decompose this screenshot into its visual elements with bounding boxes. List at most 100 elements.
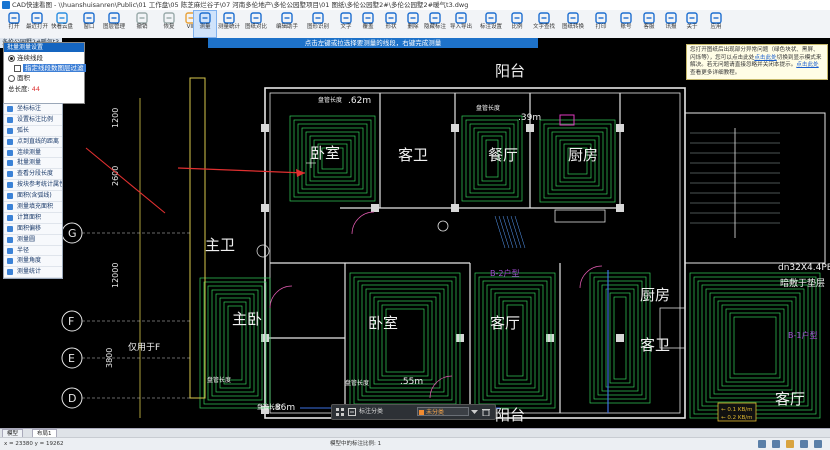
- side-menu-item[interactable]: 坐标标注: [4, 104, 62, 115]
- heating-coil-living2: [733, 316, 777, 375]
- option-label: 面积: [17, 74, 30, 82]
- room-label: 客厅: [775, 390, 805, 408]
- column: [261, 124, 269, 132]
- toolbar-recognize-button[interactable]: 图形识别: [307, 11, 329, 37]
- side-menu-item[interactable]: 测量角度: [4, 256, 62, 268]
- side-menu-item[interactable]: 点到直线的距离: [4, 137, 62, 148]
- toolbar-edit-helper-button[interactable]: 编辑助手: [276, 11, 298, 37]
- option-continuous-line[interactable]: 连续线段: [8, 54, 43, 63]
- menu-item-icon: [7, 193, 13, 200]
- toolbar-window-button[interactable]: 窗口: [78, 11, 100, 37]
- side-menu-label: 查看分段长度: [17, 170, 54, 178]
- option-area[interactable]: 面积: [8, 74, 30, 83]
- heating-coil-master: [199, 277, 271, 409]
- shape-icon: [385, 12, 397, 24]
- supply-pipe: [498, 215, 510, 249]
- toolbar-recent-button[interactable]: 最近打开: [26, 11, 48, 37]
- room-label: 卧室: [310, 144, 340, 162]
- annotation-category-dropdown[interactable]: 未分类: [417, 407, 469, 416]
- account-icon: [620, 12, 632, 24]
- side-menu-item[interactable]: 测量统计: [4, 267, 62, 279]
- side-menu-item[interactable]: 查看分段长度: [4, 169, 62, 181]
- side-menu-item[interactable]: 测量填充面积: [4, 202, 62, 213]
- menu-item-icon: [7, 160, 13, 167]
- coil-dimension: .39m: [518, 113, 541, 123]
- snap-icon[interactable]: [758, 440, 766, 448]
- side-menu-label: 坐标标注: [17, 105, 42, 112]
- side-menu-item[interactable]: 半径: [4, 246, 62, 257]
- toolbar-annotation-settings-button[interactable]: 标注设置: [480, 11, 502, 37]
- side-menu-item[interactable]: 连续测量: [4, 148, 62, 159]
- toolbar-apps-button[interactable]: 应用: [705, 11, 727, 37]
- scale-icon: [511, 12, 523, 24]
- dimension-text: 3800: [105, 348, 114, 368]
- heating-coil-living2: [729, 312, 781, 379]
- toolbar-label: 测量统计: [217, 24, 240, 30]
- toolbar-measure-stats-button[interactable]: 测量统计: [218, 11, 240, 37]
- import-export-icon: [455, 12, 467, 24]
- toolbar-label: 编辑助手: [275, 24, 298, 30]
- print-icon: [595, 12, 607, 24]
- heating-coil-living: [486, 284, 544, 397]
- annotation-arrow: [177, 167, 306, 174]
- room-label: 厨房: [640, 286, 670, 304]
- toolbar-compare-button[interactable]: 图纸对比: [245, 11, 267, 37]
- heating-coil-living: [482, 280, 548, 401]
- toolbar-undo-button[interactable]: 撤销: [131, 11, 153, 37]
- about-icon: [686, 12, 698, 24]
- layer-filter-checkbox[interactable]: 指定线段数图层过滤: [14, 64, 86, 73]
- side-menu-item[interactable]: 按块参考统计属性: [4, 180, 62, 192]
- toolbar-convert-button[interactable]: 图纸转换: [562, 11, 584, 37]
- side-menu-item[interactable]: 面积(含弧线): [4, 191, 62, 203]
- sink-fixture: [256, 244, 270, 258]
- ribbon-toolbar: 打开 最近打开 快看云盘 窗口 图层管理 撤销 恢复 VIP 测量 测量统计 图纸对比 编辑助手 图形识…: [0, 10, 830, 39]
- toolbar-hide-annotation-button[interactable]: 隐藏标注: [424, 11, 446, 37]
- find-text-icon: [538, 12, 550, 24]
- room-label: 主卫: [205, 236, 235, 254]
- side-menu-item[interactable]: 批量测量: [4, 158, 62, 170]
- toolbar-scale-button[interactable]: 比例: [506, 11, 528, 37]
- settings-icon[interactable]: [814, 440, 822, 448]
- coil-dimension: .55m: [400, 377, 423, 387]
- measure-side-menu: 坐标标注设置标注比例 弧长点到直线的距离 连续测量 批量测量 查看分段长度按块参考统计属…: [3, 103, 63, 280]
- annotation-settings-icon: [485, 12, 497, 24]
- notice-link-tutorial[interactable]: 点击此处: [796, 62, 818, 68]
- ortho-icon[interactable]: [772, 440, 780, 448]
- recent-icon: [31, 12, 43, 24]
- toolbar-label: 图纸转换: [561, 24, 584, 30]
- column: [451, 124, 459, 132]
- text-icon: [340, 12, 352, 24]
- toolbar-measure-button[interactable]: 测量: [193, 10, 217, 38]
- column: [451, 204, 459, 212]
- background-color-icon[interactable]: [786, 440, 794, 448]
- toolbar-print-button[interactable]: 打印: [590, 11, 612, 37]
- side-menu-item[interactable]: 面积偏移: [4, 224, 62, 235]
- toolbar-about-button[interactable]: 关于: [681, 11, 703, 37]
- unit-type-label: B-2户型: [490, 268, 519, 278]
- layers-icon: [108, 12, 120, 24]
- toolbar-cloud-button[interactable]: 快看云盘: [51, 11, 73, 37]
- toolbar-import-export-button[interactable]: 导入导出: [450, 11, 472, 37]
- display-notice: 您打开图纸后出现部分异常问题（绿色块状、黑屏、闪烁等），您可以点击此处点击此处切…: [686, 44, 828, 80]
- delete-annotation-icon[interactable]: [482, 408, 490, 416]
- checkbox-label: 指定线段数图层过滤: [23, 64, 86, 72]
- side-menu-item[interactable]: 测量圆: [4, 235, 62, 246]
- side-menu-label: 测量填充面积: [17, 203, 54, 211]
- menu-item-icon: [7, 182, 13, 189]
- heating-coil-living: [494, 292, 536, 389]
- side-menu-item[interactable]: 弧长: [4, 126, 62, 137]
- chevron-down-icon[interactable]: [471, 409, 478, 415]
- apps-icon: [710, 12, 722, 24]
- drawing-canvas[interactable]: G F E D 1200 2600 3800 12000 阳台 卧室 客卫 餐厅 厨房 主卫 主卧 卧室 客厅厨…: [0, 38, 830, 428]
- axis-label: G: [68, 227, 77, 240]
- toolbar-find-text-button[interactable]: 文字查找: [533, 11, 555, 37]
- notice-link-switch[interactable]: 点击此处: [754, 55, 776, 61]
- side-menu-item[interactable]: 设置标注比例: [4, 115, 62, 126]
- side-menu-label: 弧长: [17, 126, 30, 134]
- toolbar-label: 比例: [511, 24, 523, 30]
- grid-icon[interactable]: [336, 408, 344, 416]
- fullscreen-icon[interactable]: [800, 440, 808, 448]
- side-menu-item[interactable]: 计算面积: [4, 213, 62, 224]
- toolbar-layers-button[interactable]: 图层管理: [103, 11, 125, 37]
- panel-title: 批量测量设置: [4, 43, 84, 52]
